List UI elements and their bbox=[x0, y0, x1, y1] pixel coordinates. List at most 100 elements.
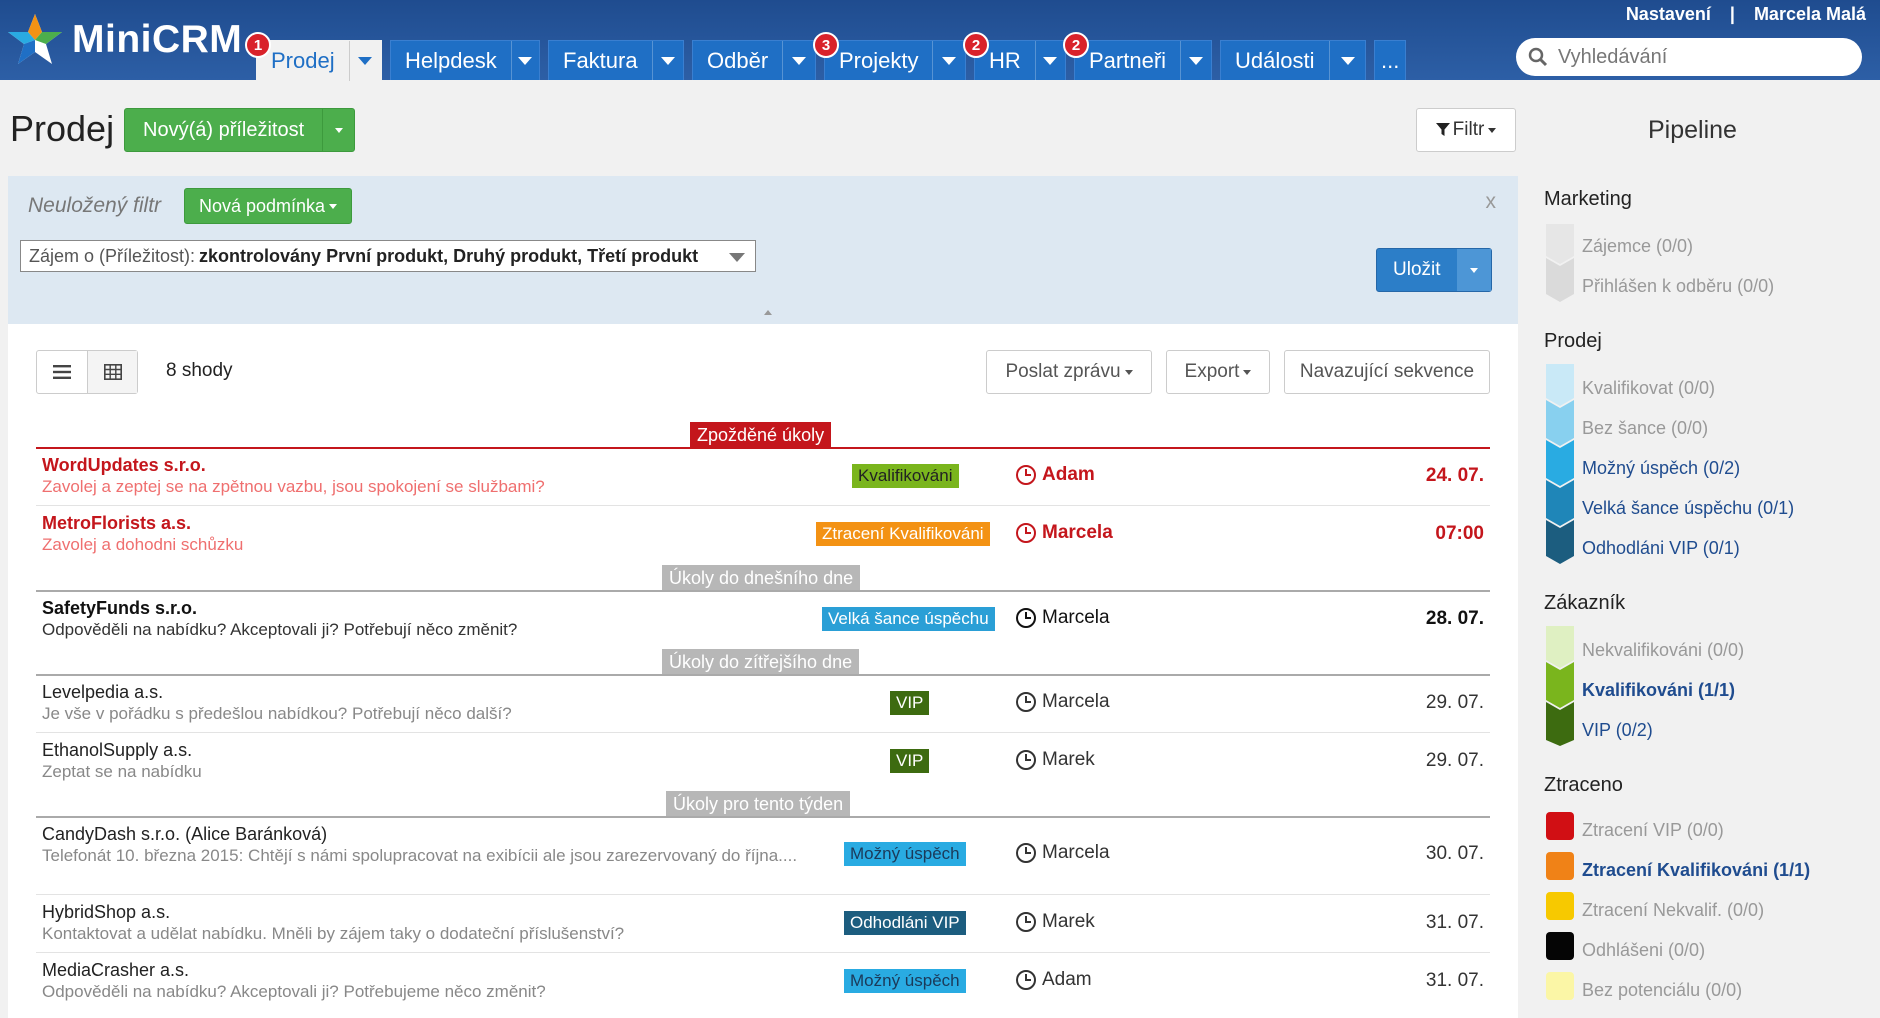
company-name[interactable]: CandyDash s.r.o. (Alice Baránková) bbox=[42, 824, 327, 845]
tab-dropdown-toggle[interactable] bbox=[651, 40, 683, 81]
stage-color-swatch bbox=[1546, 812, 1574, 840]
pipeline-stage[interactable]: Velká šance úspěchu (0/1) bbox=[1582, 498, 1794, 519]
pipeline-section-ztraceno: Ztraceno bbox=[1544, 774, 1623, 796]
pipeline-stage[interactable]: Bez šance (0/0) bbox=[1582, 418, 1708, 439]
tab-label: ... bbox=[1381, 47, 1400, 73]
filter-button[interactable]: Filtr bbox=[1416, 108, 1516, 152]
send-message-button[interactable]: Poslat zprávu bbox=[986, 350, 1152, 394]
tab-prodej[interactable]: 1 Prodej bbox=[245, 32, 382, 81]
table-row[interactable]: CandyDash s.r.o. (Alice Baránková) Telef… bbox=[36, 818, 1490, 895]
new-opportunity-button[interactable]: Nový(á) příležitost bbox=[125, 109, 322, 151]
tab-helpdesk[interactable]: Helpdesk bbox=[390, 40, 540, 81]
stage-badge: Velká šance úspěchu bbox=[822, 607, 995, 631]
company-name[interactable]: WordUpdates s.r.o. bbox=[42, 455, 206, 476]
pipeline-stage[interactable]: Nekvalifikováni (0/0) bbox=[1582, 640, 1744, 661]
unsaved-filter-label: Neuložený filtr bbox=[28, 194, 162, 217]
export-button[interactable]: Export bbox=[1166, 350, 1270, 394]
chevron-down-icon bbox=[329, 203, 338, 209]
task-owner: Marcela bbox=[1016, 691, 1110, 713]
owner-name: Marek bbox=[1042, 911, 1095, 932]
new-opportunity-dropdown[interactable] bbox=[322, 109, 354, 151]
clock-icon bbox=[1016, 912, 1036, 932]
company-name[interactable]: Levelpedia a.s. bbox=[42, 682, 163, 703]
pipeline-stage[interactable]: VIP (0/2) bbox=[1582, 720, 1653, 741]
company-name[interactable]: EthanolSupply a.s. bbox=[42, 740, 192, 761]
match-count: 8 shody bbox=[166, 360, 233, 381]
table-row[interactable]: MediaCrasher a.s. Odpověděli na nabídku?… bbox=[36, 954, 1490, 1012]
search-icon bbox=[1528, 47, 1548, 67]
condition-field-label: Zájem o (Příležitost): bbox=[29, 245, 196, 266]
table-view-button[interactable] bbox=[87, 351, 137, 393]
page-title: Prodej bbox=[10, 108, 115, 149]
chevron-down-icon bbox=[792, 56, 807, 65]
funnel-icon bbox=[1435, 123, 1450, 136]
pipeline-stage[interactable]: Zájemce (0/0) bbox=[1582, 236, 1693, 257]
tab-projekty[interactable]: 3 Projekty bbox=[813, 32, 966, 81]
table-row[interactable]: SafetyFunds s.r.o. Odpověděli na nabídku… bbox=[36, 592, 1490, 648]
table-row[interactable]: Levelpedia a.s. Je vše v pořádku s přede… bbox=[36, 676, 1490, 733]
tab-more[interactable]: ... bbox=[1374, 40, 1406, 80]
pipeline-stage[interactable]: Ztracení Nekvalif. (0/0) bbox=[1582, 900, 1764, 921]
link-separator: | bbox=[1729, 4, 1735, 24]
company-name[interactable]: HybridShop a.s. bbox=[42, 902, 170, 923]
stage-badge: Odhodláni VIP bbox=[844, 911, 966, 935]
task-description: Odpověděli na nabídku? Akceptovali ji? P… bbox=[42, 620, 518, 639]
list-view-button[interactable] bbox=[37, 351, 87, 393]
close-filter-button[interactable]: x bbox=[1486, 190, 1497, 214]
pipeline-stage[interactable]: Kvalifikovat (0/0) bbox=[1582, 378, 1715, 399]
clock-icon bbox=[1016, 692, 1036, 712]
user-name-link[interactable]: Marcela Malá bbox=[1754, 4, 1866, 24]
follow-up-sequence-button[interactable]: Navazující sekvence bbox=[1284, 350, 1490, 394]
save-filter-button-group: Uložit bbox=[1376, 248, 1492, 292]
tab-faktura[interactable]: Faktura bbox=[548, 40, 684, 81]
pipeline-stage[interactable]: Bez potenciálu (0/0) bbox=[1582, 980, 1742, 1001]
app-name: MiniCRM bbox=[72, 18, 243, 61]
pipeline-stage[interactable]: Odhodláni VIP (0/1) bbox=[1582, 538, 1740, 559]
new-condition-button[interactable]: Nová podmínka bbox=[184, 188, 353, 224]
pipeline-stage[interactable]: Odhlášeni (0/0) bbox=[1582, 940, 1705, 961]
tab-dropdown-toggle[interactable] bbox=[1329, 40, 1365, 81]
tab-dropdown-toggle[interactable] bbox=[510, 40, 539, 81]
chevron-down-icon bbox=[942, 56, 957, 65]
app-logo[interactable]: MiniCRM bbox=[6, 12, 242, 68]
chevron-down-icon bbox=[1340, 56, 1355, 65]
pipeline-stage[interactable]: Ztracení Kvalifikováni (1/1) bbox=[1582, 860, 1810, 881]
search-input[interactable] bbox=[1558, 45, 1848, 69]
tab-dropdown-toggle[interactable] bbox=[348, 40, 381, 81]
pipeline-title: Pipeline bbox=[1648, 116, 1737, 144]
pipeline-sidebar: Pipeline Marketing Zájemce (0/0) Přihláš… bbox=[1520, 80, 1880, 1018]
tab-dropdown-toggle[interactable] bbox=[782, 40, 815, 81]
pipeline-stage[interactable]: Možný úspěch (0/2) bbox=[1582, 458, 1740, 479]
tab-dropdown-toggle[interactable] bbox=[1034, 40, 1065, 81]
company-name[interactable]: MetroFlorists a.s. bbox=[42, 513, 191, 534]
save-filter-dropdown[interactable] bbox=[1456, 249, 1491, 291]
table-row[interactable]: HybridShop a.s. Kontaktovat a udělat nab… bbox=[36, 896, 1490, 953]
user-links: Nastavení | Marcela Malá bbox=[1612, 4, 1866, 25]
search-box bbox=[1516, 38, 1862, 76]
pipeline-stage[interactable]: Ztracení VIP (0/0) bbox=[1582, 820, 1724, 841]
pipeline-stage[interactable]: Přihlášen k odběru (0/0) bbox=[1582, 276, 1774, 297]
tab-odber[interactable]: Odběr bbox=[692, 40, 816, 81]
tab-dropdown-toggle[interactable] bbox=[932, 40, 965, 81]
follow-up-sequence-label: Navazující sekvence bbox=[1299, 361, 1475, 382]
task-owner: Marek bbox=[1016, 749, 1095, 771]
collapse-filter-icon[interactable] bbox=[764, 310, 772, 315]
settings-link[interactable]: Nastavení bbox=[1626, 4, 1711, 24]
tab-dropdown-toggle[interactable] bbox=[1180, 40, 1211, 81]
save-filter-button[interactable]: Uložit bbox=[1377, 249, 1457, 291]
company-name[interactable]: SafetyFunds s.r.o. bbox=[42, 598, 197, 619]
tab-partneri[interactable]: 2 Partneři bbox=[1063, 32, 1212, 81]
table-row[interactable]: EthanolSupply a.s. Zeptat se na nabídku … bbox=[36, 734, 1490, 790]
table-row[interactable]: WordUpdates s.r.o. Zavolej a zeptej se n… bbox=[36, 449, 1490, 506]
tab-label: Události bbox=[1235, 47, 1315, 73]
tab-hr[interactable]: 2 HR bbox=[963, 32, 1066, 81]
stage-badge: Možný úspěch bbox=[844, 969, 966, 993]
tab-label: HR bbox=[989, 47, 1021, 73]
filter-condition-select[interactable]: Zájem o (Příležitost): zkontrolovány Prv… bbox=[20, 240, 756, 272]
company-name[interactable]: MediaCrasher a.s. bbox=[42, 960, 189, 981]
pipeline-stage[interactable]: Kvalifikováni (1/1) bbox=[1582, 680, 1735, 701]
table-view-icon bbox=[103, 364, 122, 380]
due-date: 30. 07. bbox=[1425, 843, 1484, 864]
table-row[interactable]: MetroFlorists a.s. Zavolej a dohodni sch… bbox=[36, 507, 1490, 563]
tab-udalosti[interactable]: Události bbox=[1220, 40, 1366, 81]
